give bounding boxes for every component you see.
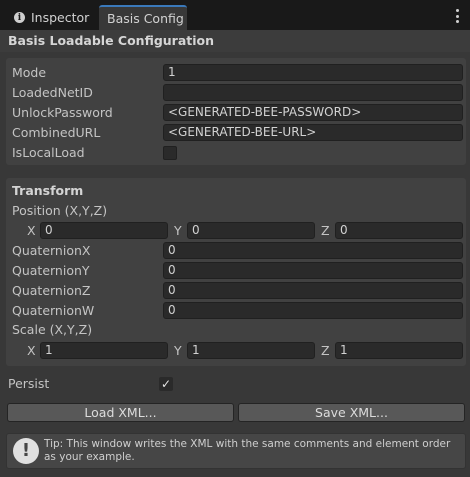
password-field[interactable]: <GENERATED-BEE-PASSWORD> xyxy=(163,104,463,121)
position-x-label: X xyxy=(27,223,36,238)
scale-y-field[interactable]: 1 xyxy=(187,342,315,359)
quaternion-x-field[interactable]: 0 xyxy=(163,242,463,259)
scale-z-label: Z xyxy=(321,343,330,358)
local-load-checkbox[interactable] xyxy=(163,146,177,160)
tab-label: Inspector xyxy=(31,10,90,25)
page-title: Basis Loadable Configuration xyxy=(8,33,215,48)
position-z-label: Z xyxy=(321,223,330,238)
netid-label: LoadedNetID xyxy=(12,85,93,100)
persist-checkbox[interactable]: ✓ xyxy=(159,377,173,391)
netid-field[interactable] xyxy=(163,84,463,101)
quaternion-y-field[interactable]: 0 xyxy=(163,262,463,279)
quaternion-w-label: QuaternionW xyxy=(12,303,95,318)
tab-basis-config[interactable]: Basis Config xyxy=(99,5,187,30)
mode-field[interactable]: 1 xyxy=(163,64,463,81)
mode-label: Mode xyxy=(12,65,47,80)
more-options-icon[interactable] xyxy=(456,9,460,23)
help-text: Tip: This window writes the XML with the… xyxy=(44,438,451,463)
quaternion-z-field[interactable]: 0 xyxy=(163,282,463,299)
scale-x-label: X xyxy=(27,343,36,358)
tab-bar: i Inspector Basis Config xyxy=(0,0,470,30)
url-label: CombinedURL xyxy=(12,125,101,140)
scale-label: Scale (X,Y,Z) xyxy=(12,322,93,337)
position-label: Position (X,Y,Z) xyxy=(12,203,108,218)
help-box: ! Tip: This window writes the XML with t… xyxy=(6,433,466,469)
position-x-field[interactable]: 0 xyxy=(40,222,168,239)
scale-x-field[interactable]: 1 xyxy=(40,342,168,359)
position-y-label: Y xyxy=(174,223,182,238)
scale-z-field[interactable]: 1 xyxy=(335,342,463,359)
persist-label: Persist xyxy=(8,376,50,391)
window-header: Basis Loadable Configuration xyxy=(0,30,470,52)
url-field[interactable]: <GENERATED-BEE-URL> xyxy=(163,124,463,141)
quaternion-w-field[interactable]: 0 xyxy=(163,302,463,319)
tab-label: Basis Config xyxy=(107,11,184,26)
quaternion-y-label: QuaternionY xyxy=(12,263,90,278)
password-label: UnlockPassword xyxy=(12,105,113,120)
local-load-label: IsLocalLoad xyxy=(12,145,85,160)
load-xml-button[interactable]: Load XML... xyxy=(7,403,234,422)
transform-title: Transform xyxy=(12,183,84,198)
quaternion-z-label: QuaternionZ xyxy=(12,283,91,298)
save-xml-button[interactable]: Save XML... xyxy=(238,403,465,422)
quaternion-x-label: QuaternionX xyxy=(12,243,91,258)
position-y-field[interactable]: 0 xyxy=(187,222,315,239)
tab-inspector[interactable]: i Inspector xyxy=(6,5,96,30)
scale-y-label: Y xyxy=(174,343,182,358)
position-z-field[interactable]: 0 xyxy=(335,222,463,239)
info-icon: i xyxy=(14,12,25,23)
warning-icon: ! xyxy=(13,438,39,464)
